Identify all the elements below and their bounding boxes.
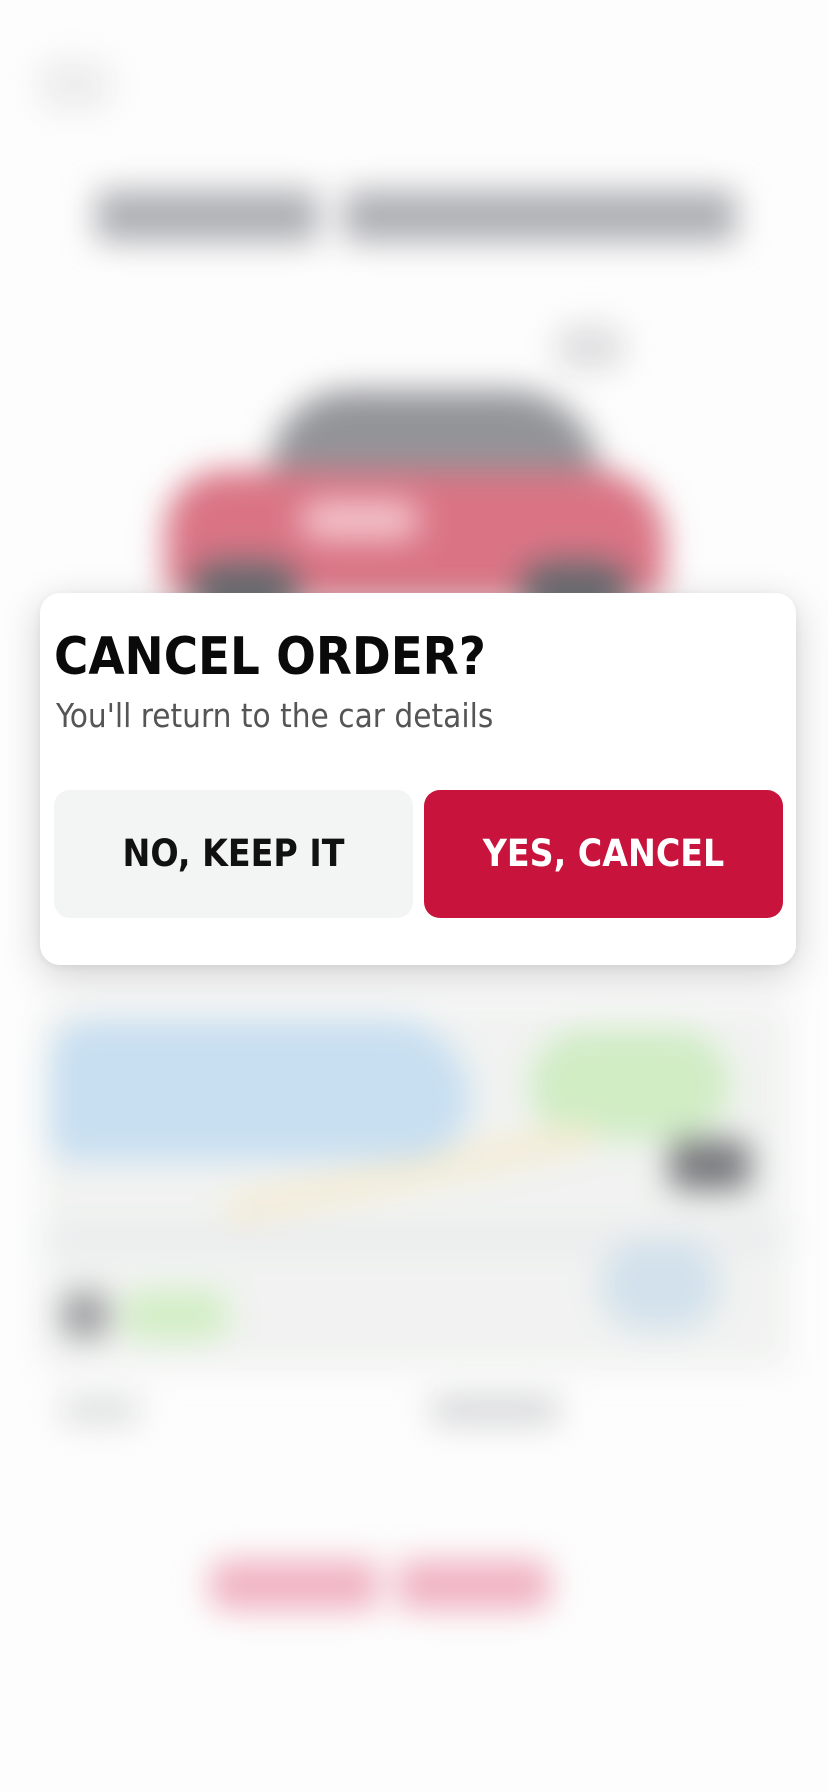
dialog-subtitle: You'll return to the car details xyxy=(56,696,494,735)
cancel-order-dialog: CANCEL ORDER? You'll return to the car d… xyxy=(40,593,796,965)
app-screen: CANCEL ORDER? You'll return to the car d… xyxy=(0,0,828,1792)
confirm-cancel-button[interactable]: YES, CANCEL xyxy=(424,790,783,918)
keep-order-button[interactable]: NO, KEEP IT xyxy=(54,790,413,918)
dialog-title: CANCEL ORDER? xyxy=(54,627,486,687)
